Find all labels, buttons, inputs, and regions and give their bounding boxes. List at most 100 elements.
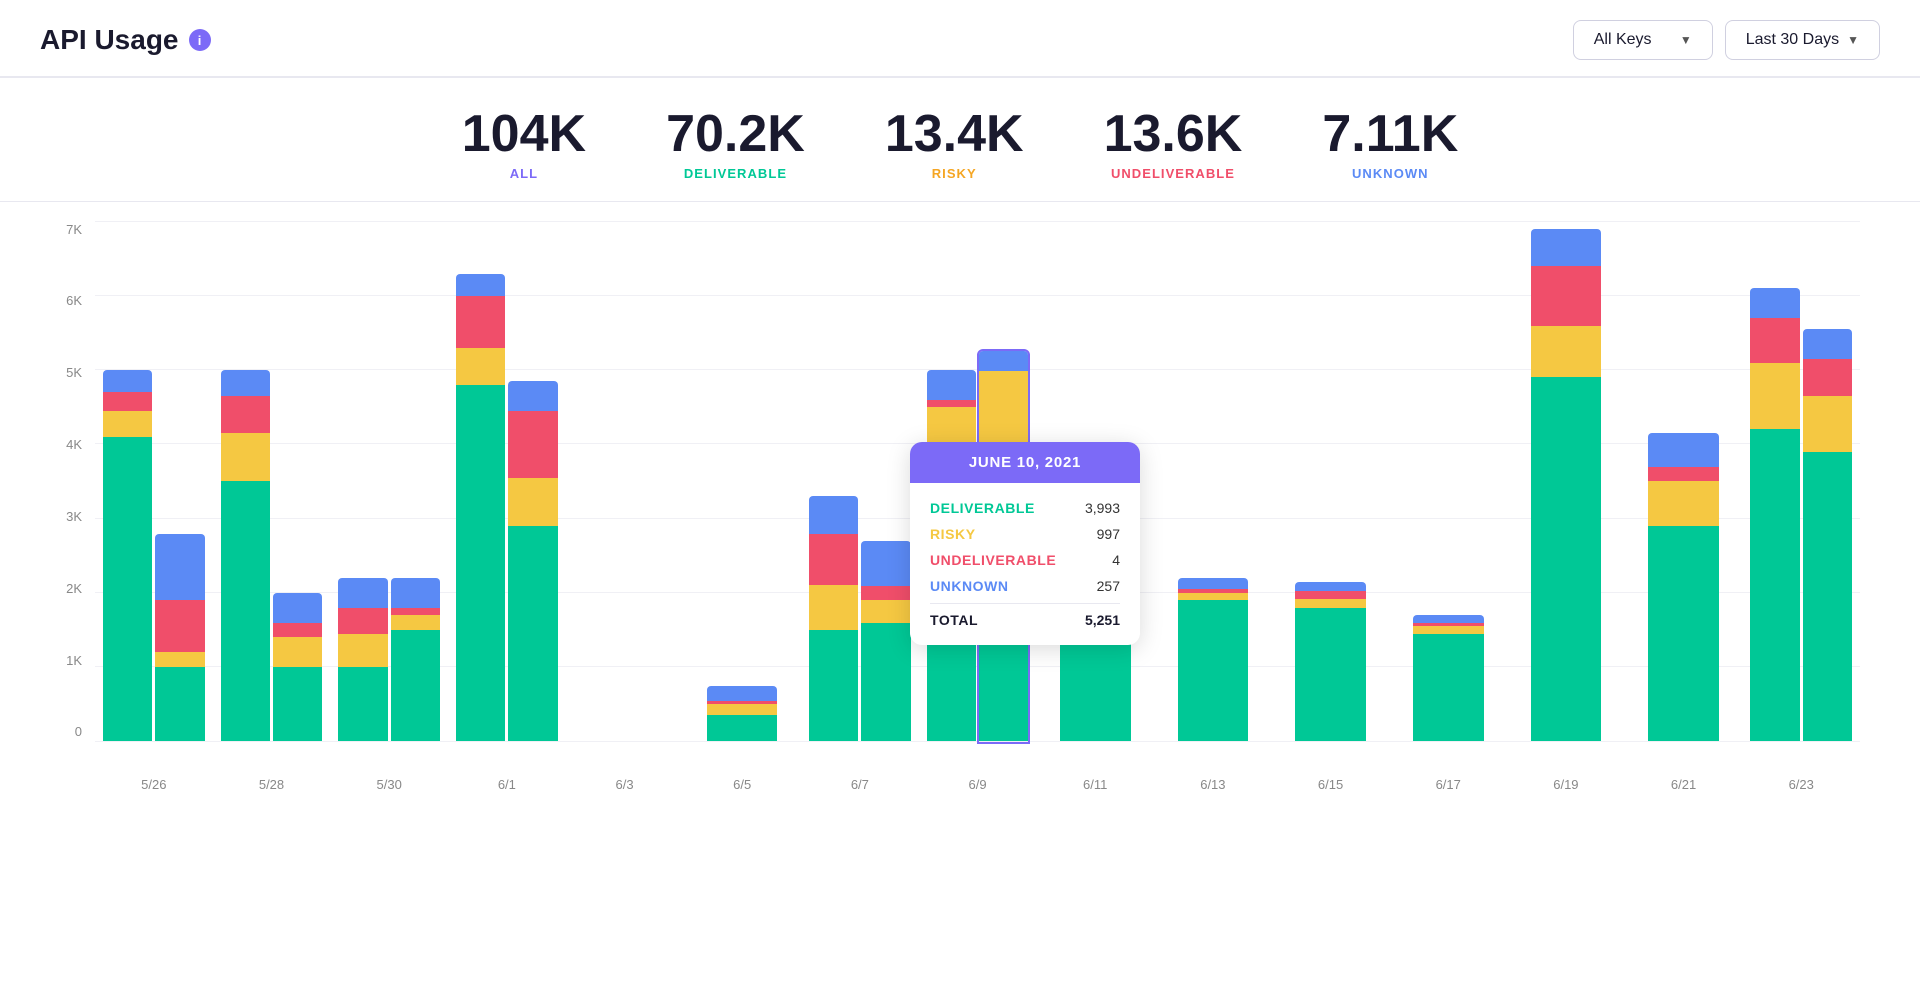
tooltip-row-label: DELIVERABLE bbox=[930, 500, 1035, 516]
tooltip-row: DELIVERABLE 3,993 bbox=[930, 495, 1120, 521]
bar-segment-deliverable bbox=[508, 526, 557, 741]
bar-segment-risky bbox=[1295, 599, 1366, 608]
chart-wrapper: 01K2K3K4K5K6K7K 5/265/285/306/16/36/56/7… bbox=[40, 222, 1880, 802]
all-keys-dropdown[interactable]: All Keys ▼ bbox=[1573, 20, 1713, 60]
x-axis-label: 5/30 bbox=[330, 777, 448, 792]
bar-segment-risky bbox=[1648, 481, 1719, 526]
bar-segment-deliverable bbox=[1531, 377, 1602, 741]
bar-stack[interactable] bbox=[338, 578, 387, 741]
bar-segment-undeliverable bbox=[155, 600, 204, 652]
stat-value: 13.4K bbox=[885, 108, 1024, 160]
x-axis-label: 5/28 bbox=[213, 777, 331, 792]
bar-segment-undeliverable bbox=[861, 586, 910, 601]
y-axis-label: 3K bbox=[40, 509, 90, 524]
bar-segment-risky bbox=[979, 371, 1028, 445]
bar-segment-unknown bbox=[861, 541, 910, 586]
bar-segment-undeliverable bbox=[809, 534, 858, 586]
bar-segment-risky bbox=[1413, 626, 1484, 633]
x-axis-label: 6/21 bbox=[1625, 777, 1743, 792]
bar-segment-unknown bbox=[391, 578, 440, 608]
x-axis-label: 6/7 bbox=[801, 777, 919, 792]
header-controls: All Keys ▼ Last 30 Days ▼ bbox=[1573, 20, 1880, 60]
bar-stack[interactable] bbox=[221, 370, 270, 741]
bar-segment-unknown bbox=[273, 593, 322, 623]
bar-group bbox=[801, 222, 919, 742]
bar-segment-deliverable bbox=[809, 630, 858, 741]
y-axis-label: 2K bbox=[40, 581, 90, 596]
y-axis-label: 4K bbox=[40, 437, 90, 452]
bar-segment-unknown bbox=[1413, 615, 1484, 622]
bar-segment-risky bbox=[273, 637, 322, 667]
stats-row: 104K ALL 70.2K DELIVERABLE 13.4K RISKY 1… bbox=[0, 78, 1920, 202]
bar-stack[interactable] bbox=[1295, 582, 1366, 742]
x-axis-label: 5/26 bbox=[95, 777, 213, 792]
bar-stack[interactable] bbox=[103, 370, 152, 741]
bar-segment-deliverable bbox=[1413, 634, 1484, 742]
info-icon[interactable]: i bbox=[189, 29, 211, 51]
bar-segment-deliverable bbox=[103, 437, 152, 742]
bar-segment-deliverable bbox=[221, 481, 270, 741]
bar-stack[interactable] bbox=[1531, 229, 1602, 742]
bar-segment-deliverable bbox=[338, 667, 387, 741]
x-axis-label: 6/1 bbox=[448, 777, 566, 792]
bar-group bbox=[95, 222, 213, 742]
bar-stack[interactable] bbox=[1413, 615, 1484, 741]
bar-group bbox=[1742, 222, 1860, 742]
bar-segment-risky bbox=[707, 704, 778, 715]
y-axis-label: 5K bbox=[40, 365, 90, 380]
bar-segment-unknown bbox=[1750, 288, 1799, 318]
bar-segment-undeliverable bbox=[1295, 591, 1366, 598]
stat-label: UNKNOWN bbox=[1322, 166, 1458, 181]
bar-segment-deliverable bbox=[861, 623, 910, 742]
bar-segment-risky bbox=[809, 585, 858, 630]
stat-value: 7.11K bbox=[1322, 108, 1458, 160]
date-range-dropdown[interactable]: Last 30 Days ▼ bbox=[1725, 20, 1880, 60]
bar-segment-risky bbox=[861, 600, 910, 622]
page-title: API Usage bbox=[40, 24, 179, 56]
stat-value: 13.6K bbox=[1104, 108, 1243, 160]
bar-segment-unknown bbox=[155, 534, 204, 601]
tooltip-row: UNKNOWN 257 bbox=[930, 573, 1120, 599]
x-axis-label: 6/23 bbox=[1742, 777, 1860, 792]
bar-stack[interactable] bbox=[456, 274, 505, 742]
tooltip-row-label: RISKY bbox=[930, 526, 976, 542]
x-axis-label: 6/5 bbox=[683, 777, 801, 792]
bar-stack[interactable] bbox=[1178, 578, 1249, 741]
bar-segment-unknown bbox=[508, 381, 557, 411]
bar-segment-unknown bbox=[1295, 582, 1366, 592]
y-axis-label: 1K bbox=[40, 653, 90, 668]
bar-segment-risky bbox=[155, 652, 204, 667]
bar-segment-risky bbox=[391, 615, 440, 630]
bar-segment-risky bbox=[221, 433, 270, 481]
bar-segment-undeliverable bbox=[273, 623, 322, 638]
tooltip-total-label: TOTAL bbox=[930, 612, 978, 628]
bar-segment-risky bbox=[1178, 593, 1249, 600]
bar-segment-unknown bbox=[221, 370, 270, 396]
bar-group bbox=[1272, 222, 1390, 742]
tooltip-row: RISKY 997 bbox=[930, 521, 1120, 547]
stat-value: 104K bbox=[462, 108, 586, 160]
bar-stack[interactable] bbox=[155, 534, 204, 742]
bar-stack[interactable] bbox=[273, 593, 322, 742]
bar-segment-unknown bbox=[1648, 433, 1719, 466]
bar-segment-unknown bbox=[103, 370, 152, 392]
bar-stack[interactable] bbox=[861, 541, 910, 742]
bar-stack[interactable] bbox=[391, 578, 440, 741]
tooltip-total-value: 5,251 bbox=[1085, 612, 1120, 628]
bar-segment-deliverable bbox=[1750, 429, 1799, 741]
y-axis-label: 0 bbox=[40, 724, 90, 739]
bar-segment-unknown bbox=[979, 351, 1028, 370]
bar-segment-undeliverable bbox=[1803, 359, 1852, 396]
bar-stack[interactable] bbox=[707, 686, 778, 742]
chevron-down-icon: ▼ bbox=[1847, 33, 1859, 47]
stat-item: 13.4K RISKY bbox=[885, 108, 1024, 181]
bar-stack[interactable] bbox=[1803, 329, 1852, 741]
stat-item: 70.2K DELIVERABLE bbox=[666, 108, 805, 181]
bar-stack[interactable] bbox=[1750, 288, 1799, 741]
bar-segment-deliverable bbox=[1295, 608, 1366, 742]
bar-segment-deliverable bbox=[273, 667, 322, 741]
stat-item: 104K ALL bbox=[462, 108, 586, 181]
bar-stack[interactable] bbox=[1648, 433, 1719, 741]
bar-stack[interactable] bbox=[809, 496, 858, 741]
bar-stack[interactable] bbox=[508, 381, 557, 741]
